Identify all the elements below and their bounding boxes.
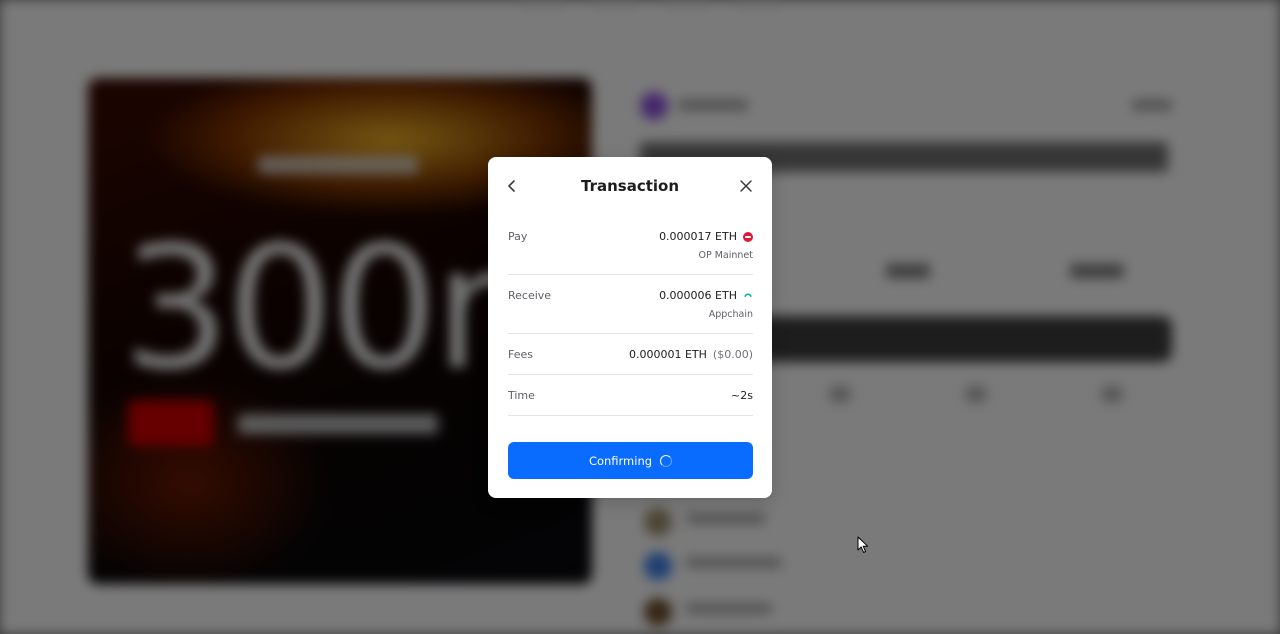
time-label: Time — [508, 389, 535, 402]
appchain-icon — [743, 291, 753, 301]
receive-row: Receive 0.000006 ETH Appchain — [508, 275, 753, 334]
close-icon — [739, 178, 753, 197]
receive-amount-group: 0.000006 ETH — [659, 289, 753, 302]
fees-amount-group: 0.000001 ETH ($0.00) — [629, 348, 753, 361]
transaction-modal: Transaction Pay 0.000017 ETH OP Mainnet … — [488, 157, 772, 498]
pay-label: Pay — [508, 230, 528, 243]
loading-spinner-icon — [660, 454, 673, 467]
mouse-cursor-icon — [857, 536, 869, 558]
time-row: Time ~2s — [508, 375, 753, 416]
receive-amount: 0.000006 ETH — [659, 289, 737, 302]
op-mainnet-icon — [743, 231, 753, 242]
modal-title: Transaction — [580, 177, 680, 195]
time-value: ~2s — [731, 389, 753, 402]
fees-row: Fees 0.000001 ETH ($0.00) — [508, 334, 753, 375]
fees-label: Fees — [508, 348, 533, 361]
pay-amount-group: 0.000017 ETH — [659, 230, 753, 243]
receive-label: Receive — [508, 289, 552, 302]
close-button[interactable] — [736, 177, 756, 197]
receive-network: Appchain — [708, 309, 753, 320]
fees-usd: ($0.00) — [712, 348, 753, 361]
pay-network: OP Mainnet — [698, 250, 754, 261]
modal-header: Transaction — [488, 157, 772, 217]
confirming-label: Confirming — [588, 453, 653, 468]
confirming-button[interactable]: Confirming — [508, 442, 753, 479]
pay-row: Pay 0.000017 ETH OP Mainnet — [508, 217, 753, 275]
pay-amount: 0.000017 ETH — [659, 230, 737, 243]
fees-amount: 0.000001 ETH — [628, 348, 707, 361]
